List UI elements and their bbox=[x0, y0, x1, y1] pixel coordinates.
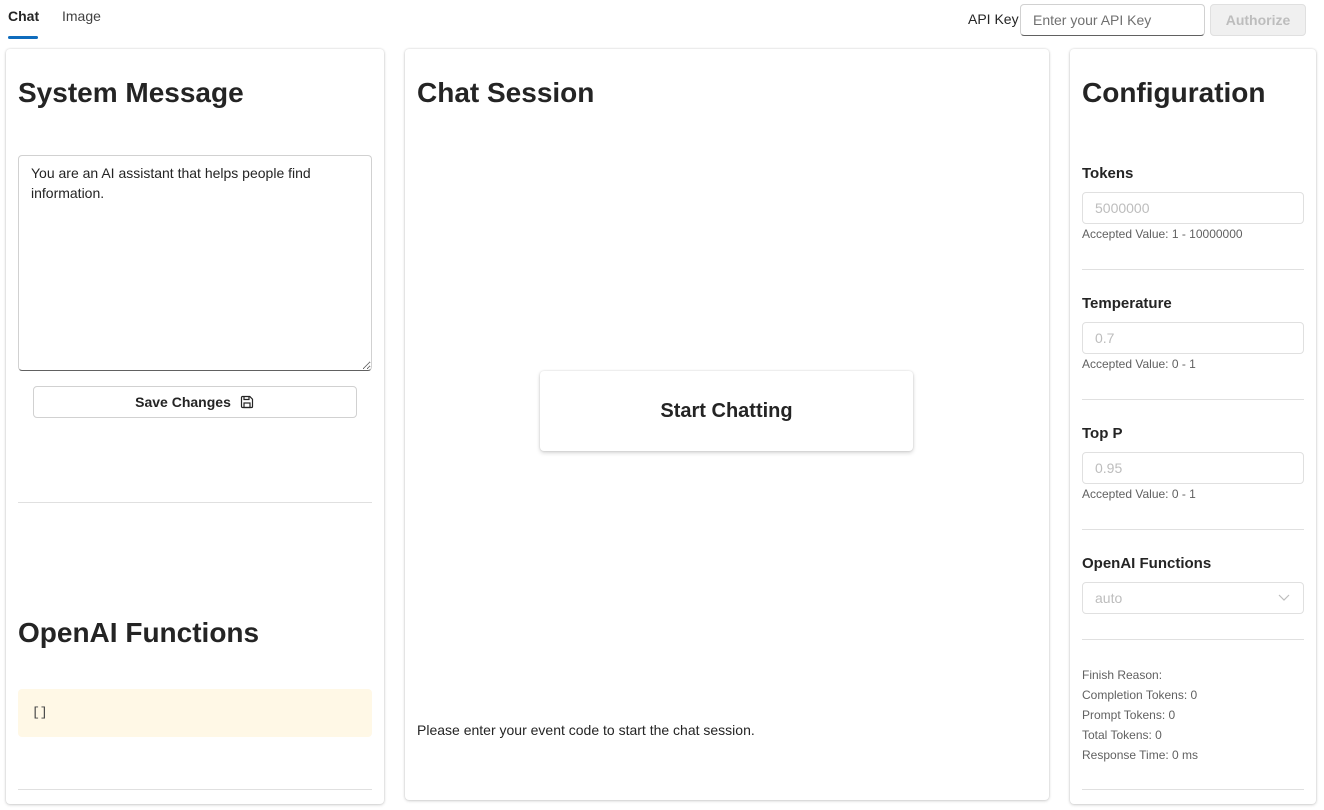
top-bar: Chat Image API Key Authorize bbox=[0, 0, 1324, 44]
save-icon bbox=[239, 394, 255, 410]
tokens-hint: Accepted Value: 1 - 10000000 bbox=[1082, 227, 1243, 241]
finish-reason: Finish Reason: bbox=[1082, 668, 1163, 682]
chat-session-panel: Chat Session Start Chatting Please enter… bbox=[405, 49, 1049, 800]
configuration-panel: Configuration Tokens Accepted Value: 1 -… bbox=[1070, 49, 1316, 804]
divider bbox=[18, 789, 372, 790]
functions-select-label: OpenAI Functions bbox=[1082, 555, 1212, 572]
system-message-textarea[interactable]: You are an AI assistant that helps peopl… bbox=[18, 155, 372, 371]
functions-code-block: [] bbox=[18, 689, 372, 737]
prompt-tokens: Prompt Tokens: 0 bbox=[1082, 708, 1176, 722]
top-p-label: Top P bbox=[1082, 425, 1123, 442]
divider bbox=[1082, 789, 1304, 790]
functions-select-value: auto bbox=[1095, 590, 1123, 606]
configuration-title: Configuration bbox=[1082, 77, 1266, 108]
openai-functions-title: OpenAI Functions bbox=[18, 617, 260, 648]
tokens-label: Tokens bbox=[1082, 165, 1134, 182]
divider bbox=[1082, 639, 1304, 640]
temperature-input[interactable] bbox=[1082, 322, 1304, 354]
divider bbox=[18, 502, 372, 503]
functions-select[interactable]: auto bbox=[1082, 582, 1304, 614]
top-p-hint: Accepted Value: 0 - 1 bbox=[1082, 487, 1196, 501]
start-chatting-button[interactable]: Start Chatting bbox=[540, 371, 913, 451]
divider bbox=[1082, 399, 1304, 400]
divider bbox=[1082, 269, 1304, 270]
temperature-label: Temperature bbox=[1082, 295, 1172, 312]
active-tab-indicator bbox=[8, 36, 38, 39]
tab-chat[interactable]: Chat bbox=[8, 6, 39, 26]
chat-session-title: Chat Session bbox=[417, 77, 595, 108]
system-message-panel: System Message You are an AI assistant t… bbox=[6, 49, 384, 804]
tokens-input[interactable] bbox=[1082, 192, 1304, 224]
authorize-button[interactable]: Authorize bbox=[1210, 4, 1306, 36]
response-stats: Finish Reason: Completion Tokens: 0 Prom… bbox=[1082, 665, 1198, 765]
response-time: Response Time: 0 ms bbox=[1082, 748, 1199, 762]
temperature-hint: Accepted Value: 0 - 1 bbox=[1082, 357, 1196, 371]
divider bbox=[1082, 529, 1304, 530]
api-key-input[interactable] bbox=[1020, 4, 1205, 36]
save-changes-button[interactable]: Save Changes bbox=[33, 386, 357, 418]
top-p-input[interactable] bbox=[1082, 452, 1304, 484]
save-changes-label: Save Changes bbox=[135, 394, 231, 410]
completion-tokens: Completion Tokens: 0 bbox=[1082, 688, 1198, 702]
tab-image[interactable]: Image bbox=[62, 6, 101, 26]
api-key-label: API Key bbox=[968, 11, 1019, 27]
total-tokens: Total Tokens: 0 bbox=[1082, 728, 1162, 742]
event-code-message: Please enter your event code to start th… bbox=[417, 722, 755, 738]
system-message-title: System Message bbox=[18, 77, 244, 108]
chevron-down-icon bbox=[1277, 590, 1291, 607]
